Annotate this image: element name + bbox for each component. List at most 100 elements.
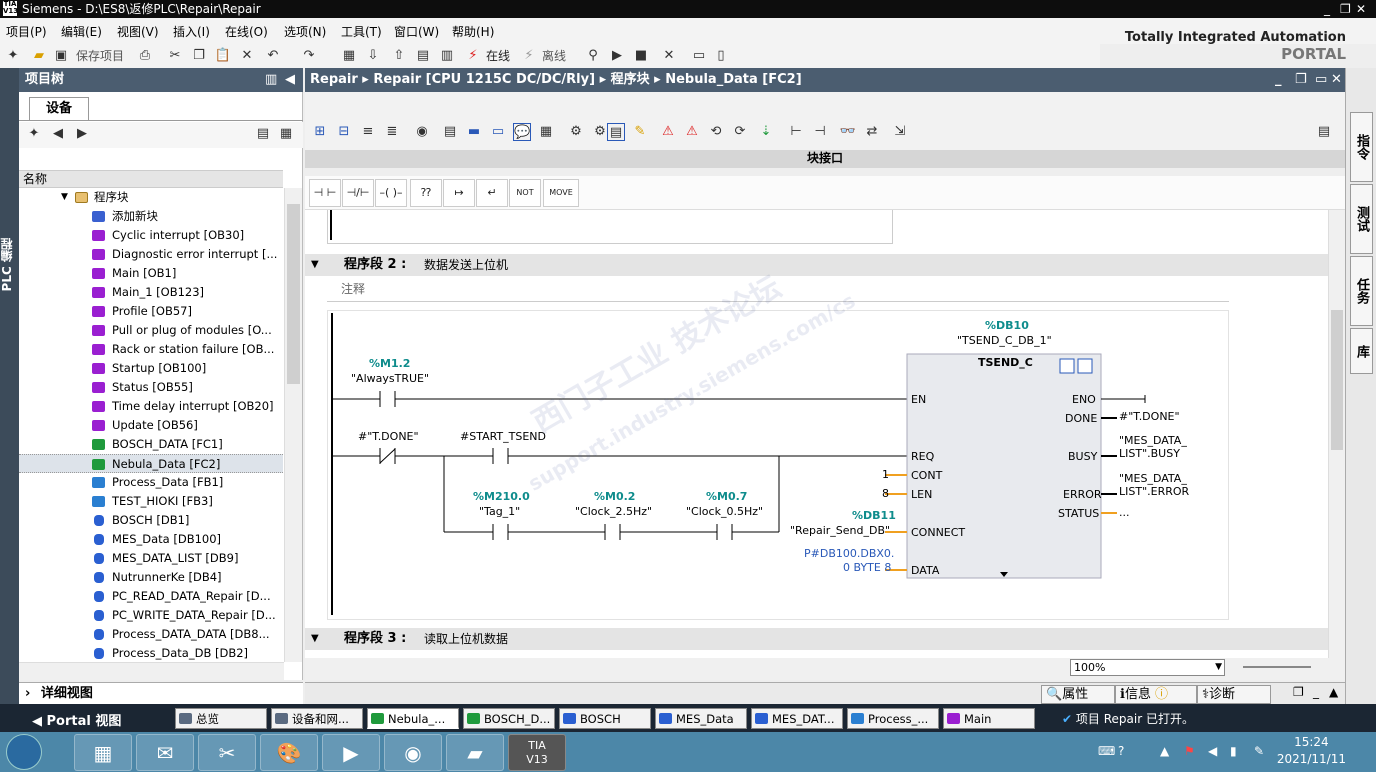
split-horizontal-icon[interactable]: ▭ — [690, 47, 708, 65]
outlook-icon[interactable]: ✉ — [136, 734, 194, 771]
fav-no-contact[interactable]: ⊣ ⊢ — [309, 179, 341, 207]
tree-item[interactable]: Status [OB55] — [19, 378, 283, 397]
instance-db-address[interactable]: %DB10 — [985, 319, 1029, 332]
contact3-name[interactable]: #START_TSEND — [460, 430, 546, 443]
taskbar-bosch[interactable]: BOSCH — [559, 708, 651, 729]
accessible-devices-icon[interactable]: ⚲ — [584, 47, 602, 65]
go-to-next-error-icon[interactable]: ⚠ — [683, 123, 701, 141]
tree-item[interactable]: Diagnostic error interrupt [... — [19, 245, 283, 264]
busy-output-line1[interactable]: "MES_DATA_ — [1119, 434, 1187, 447]
tray-arrow-icon[interactable]: ▲ — [1160, 744, 1169, 758]
update-block-calls-icon[interactable]: ⇣ — [757, 123, 775, 141]
tasks-tab[interactable]: 任务 — [1350, 256, 1373, 326]
network-icon[interactable]: ▮ — [1230, 744, 1237, 758]
properties-tab[interactable]: 🔍属性 — [1041, 685, 1115, 704]
menu-project[interactable]: 项目(P) — [6, 23, 47, 40]
taskbar-main[interactable]: Main — [943, 708, 1035, 729]
inspector-minimize-icon[interactable]: _ — [1313, 685, 1319, 699]
fav-empty-box[interactable]: ⁇ — [410, 179, 442, 207]
tree-item[interactable]: PC_WRITE_DATA_Repair [D... — [19, 606, 283, 625]
go-online-icon[interactable]: ⚡ — [464, 47, 482, 65]
plc-programming-tab[interactable]: PLC 编程 — [0, 68, 19, 704]
minimize-button[interactable]: _ — [1324, 0, 1330, 18]
taskbar-devices-networks[interactable]: 设备和网... — [271, 708, 363, 729]
keyboard-icon[interactable]: ⌨ — [1098, 744, 1115, 758]
status-output[interactable]: ... — [1119, 506, 1130, 519]
stop-simulation-icon[interactable]: ▥ — [438, 47, 456, 65]
simulation-icon[interactable]: ▤ — [414, 47, 432, 65]
zoom-slider[interactable] — [1243, 666, 1311, 668]
instructions-tab[interactable]: 指令 — [1350, 112, 1373, 182]
editor-close-icon[interactable]: ✕ — [1331, 68, 1342, 92]
modify-icon[interactable]: ⇄ — [863, 123, 881, 141]
tree-folder-program-blocks[interactable]: ▼ 程序块 — [19, 188, 283, 207]
ladder-editor[interactable]: ▼ 程序段 2 : 数据发送上位机 注释 %M1.2 "AlwaysTRUE" … — [305, 210, 1328, 658]
load-snapshot-icon[interactable]: ⟳ — [731, 123, 749, 141]
taskbar-mes-data-list[interactable]: MES_DAT... — [751, 708, 843, 729]
delete-network-icon[interactable]: ⊟ — [335, 123, 353, 141]
block-interface-bar[interactable]: 块接口 — [305, 150, 1345, 168]
breadcrumb-block[interactable]: Nebula_Data [FC2] — [665, 72, 801, 87]
delete-icon[interactable]: ✕ — [238, 47, 256, 65]
contact2-name[interactable]: #"T.DONE" — [358, 430, 419, 443]
comments-icon[interactable]: 💬 — [513, 123, 531, 141]
overview-icon[interactable]: ▤ — [254, 125, 272, 143]
scrollbar-thumb[interactable] — [287, 204, 300, 384]
tree-item[interactable]: BOSCH [DB1] — [19, 511, 283, 530]
go-online-button[interactable]: 在线 — [486, 47, 510, 65]
chrome-icon[interactable]: ◉ — [384, 734, 442, 771]
insert-network-icon[interactable]: ⊞ — [311, 123, 329, 141]
breadcrumb-cpu[interactable]: Repair [CPU 1215C DC/DC/Rly] — [373, 72, 595, 87]
open-networks-icon[interactable]: ▤ — [441, 123, 459, 141]
go-to-error-icon[interactable]: ⚠ — [659, 123, 677, 141]
breadcrumb-program-blocks[interactable]: 程序块 — [611, 72, 650, 87]
go-offline-icon[interactable]: ⚡ — [520, 47, 538, 65]
pin-icon[interactable]: ▥ — [265, 68, 277, 92]
menu-edit[interactable]: 编辑(E) — [61, 23, 102, 40]
tree-item[interactable]: TEST_HIOKI [FB3] — [19, 492, 283, 511]
project-tree-scrollbar[interactable] — [284, 188, 302, 662]
save-icon[interactable]: ▣ — [52, 47, 70, 65]
tree-item[interactable]: Process_Data [FB1] — [19, 473, 283, 492]
contact6-name[interactable]: "Clock_0.5Hz" — [686, 505, 763, 518]
done-output[interactable]: #"T.DONE" — [1119, 410, 1180, 423]
go-offline-button[interactable]: 离线 — [542, 47, 566, 65]
close-project-icon[interactable]: ✕ — [660, 47, 678, 65]
flag-icon[interactable]: ⚑ — [1184, 744, 1195, 758]
expand-details-icon[interactable]: › — [25, 686, 30, 701]
details-view-header[interactable]: › 详细视图 — [19, 682, 303, 704]
block-info-icon[interactable]: ✎ — [631, 123, 649, 141]
start-cpu-icon[interactable]: ▶ — [608, 47, 626, 65]
devices-tab[interactable]: 设备 — [29, 97, 89, 121]
zoom-select[interactable]: 100% ▼ — [1070, 659, 1225, 676]
tree-item[interactable]: Pull or plug of modules [O... — [19, 321, 283, 340]
editor-scrollbar-thumb[interactable] — [1331, 310, 1343, 450]
diagnostics-tab[interactable]: ⚕诊断 — [1197, 685, 1271, 704]
portal-view-button[interactable]: ◀ Portal 视图 — [32, 710, 121, 729]
libraries-tab[interactable]: 库 — [1350, 328, 1373, 374]
volume-icon[interactable]: ◀ — [1208, 744, 1217, 758]
tree-item[interactable]: BOSCH_DATA [FC1] — [19, 435, 283, 454]
calculator-icon[interactable]: ▦ — [74, 734, 132, 771]
menu-tools[interactable]: 工具(T) — [341, 23, 382, 40]
open-project-icon[interactable]: ▰ — [30, 47, 48, 65]
menu-online[interactable]: 在线(O) — [225, 23, 268, 40]
visual-studio-icon[interactable]: ▶ — [322, 734, 380, 771]
editor-restore-icon[interactable]: ❐ — [1295, 68, 1307, 92]
network-3-title[interactable]: 读取上位机数据 — [424, 628, 508, 650]
busy-output-line2[interactable]: LIST".BUSY — [1119, 447, 1180, 460]
monitor-icon[interactable]: ⚙ — [567, 123, 585, 141]
collapse-network-3-icon[interactable]: ▼ — [311, 628, 319, 650]
tree-item[interactable]: Nebula_Data [FC2] — [19, 454, 283, 473]
tree-item[interactable]: Process_Data_DB [DB2] — [19, 644, 283, 663]
contact4-address[interactable]: %M210.0 — [473, 490, 530, 503]
forward-icon[interactable]: ▶ — [73, 125, 91, 143]
inspector-expand-icon[interactable]: ▲ — [1329, 685, 1338, 699]
snipping-tool-icon[interactable]: ✂ — [198, 734, 256, 771]
fav-close-branch[interactable]: ↵ — [476, 179, 508, 207]
new-project-icon[interactable]: ✦ — [4, 47, 22, 65]
editor-minimize-icon[interactable]: _ — [1275, 68, 1282, 92]
connect-address[interactable]: %DB11 — [852, 509, 896, 522]
clock[interactable]: 15:24 2021/11/11 — [1277, 734, 1346, 768]
testing-tab[interactable]: 测试 — [1350, 184, 1373, 254]
